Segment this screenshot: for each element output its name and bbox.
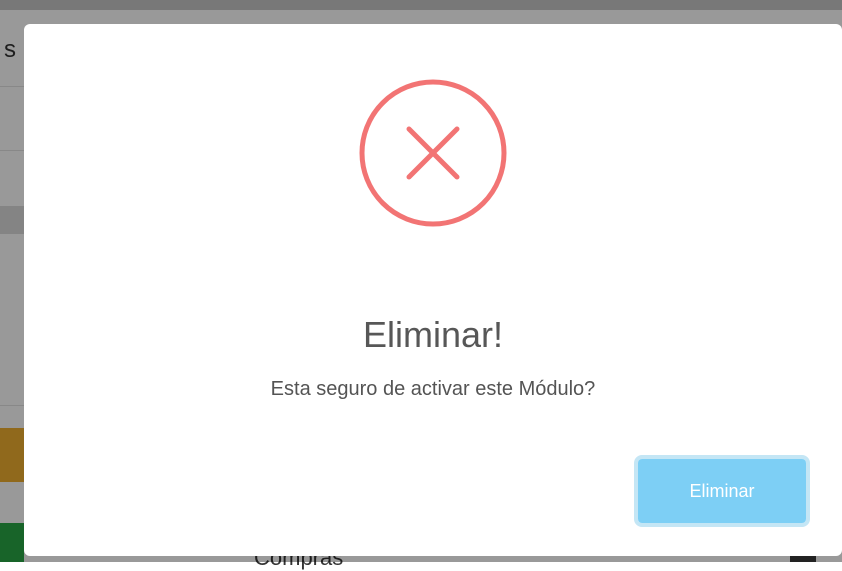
dialog-message: Esta seguro de activar este Módulo? (270, 378, 596, 400)
error-x-icon (359, 79, 507, 227)
alert-dialog: Eliminar! Esta seguro de activar este Mó… (24, 24, 842, 556)
confirm-button-label: Eliminar (638, 459, 806, 523)
dialog-title: Eliminar! (362, 314, 504, 355)
confirm-button[interactable]: Eliminar (634, 455, 810, 527)
